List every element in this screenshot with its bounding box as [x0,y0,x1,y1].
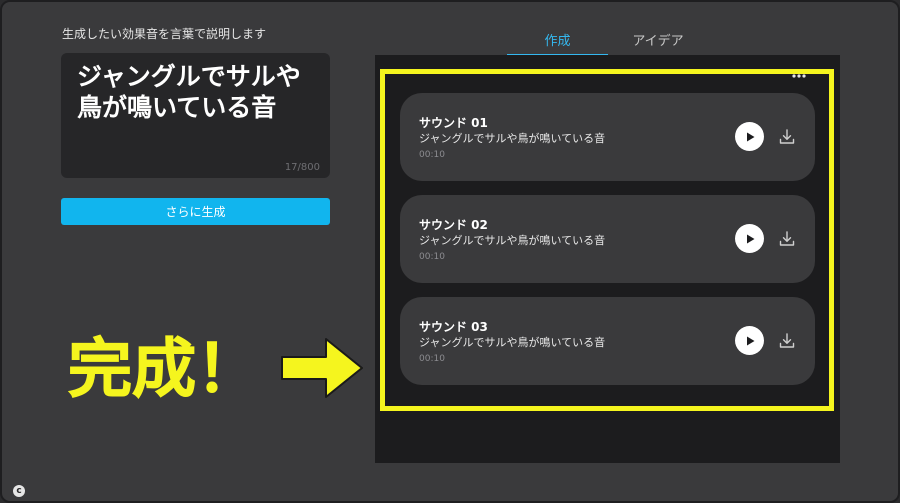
tab-ideas[interactable]: アイデア [608,24,708,54]
results-highlight-box [380,69,834,411]
char-count: 17/800 [284,162,320,173]
prompt-label: 生成したい効果音を言葉で説明します [62,27,267,41]
arrow-right-icon [281,338,363,398]
tab-create[interactable]: 作成 [507,24,608,56]
generate-more-button[interactable]: さらに生成 [61,198,330,225]
completion-annotation: 完成！ [68,333,261,408]
prompt-text[interactable]: ジャングルでサルや鳥が鳴いている音 [77,61,314,123]
prompt-textarea[interactable]: ジャングルでサルや鳥が鳴いている音 17/800 [61,53,330,178]
logo-icon: c [13,485,25,497]
